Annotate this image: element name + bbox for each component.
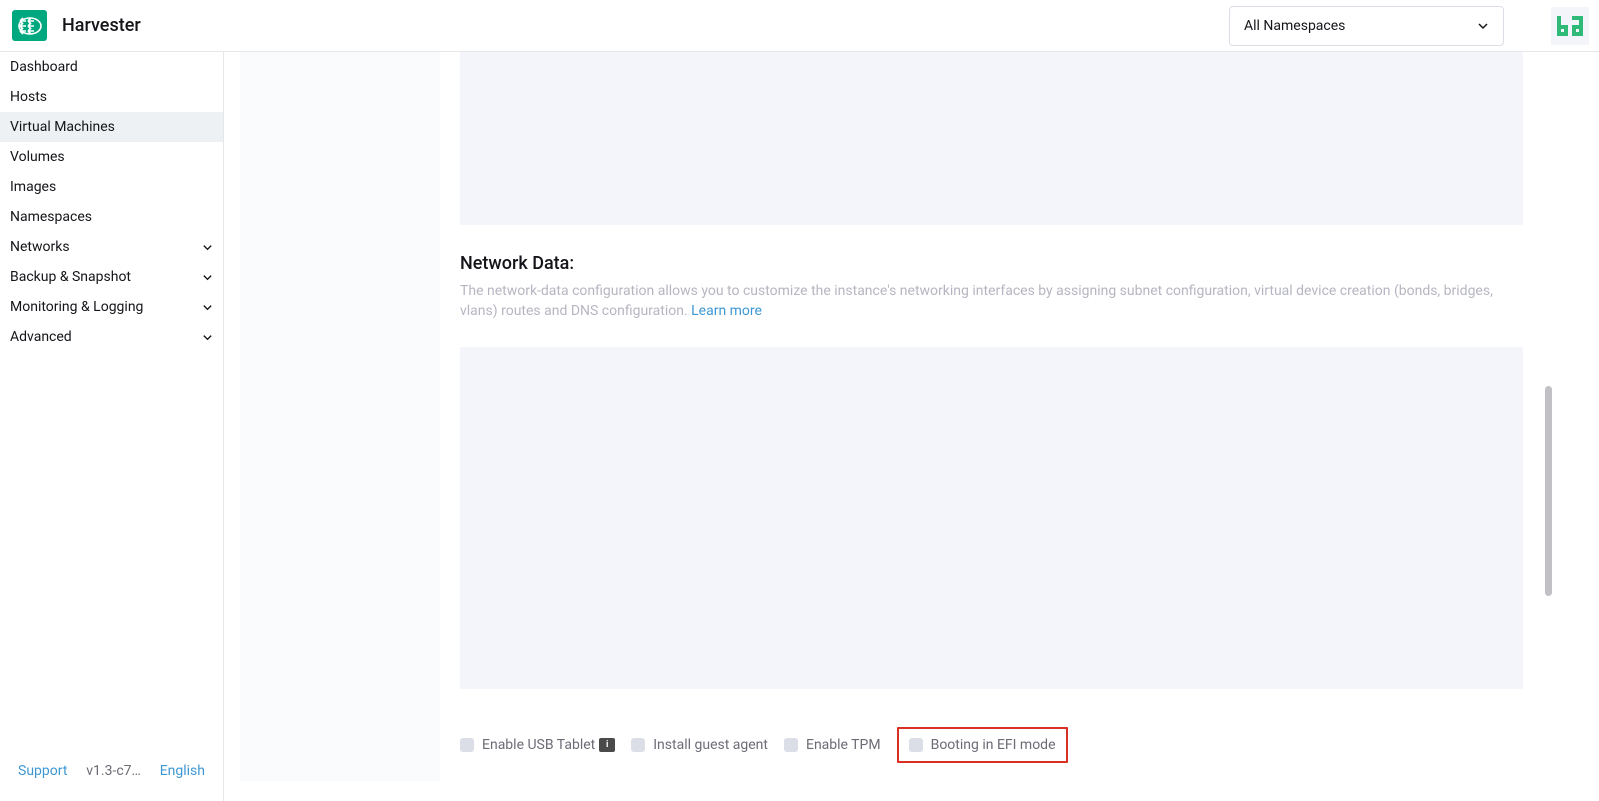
namespace-selector-value: All Namespaces <box>1244 18 1345 34</box>
checkbox-icon <box>909 738 923 752</box>
chevron-down-icon <box>202 272 213 283</box>
checkbox-icon <box>631 738 645 752</box>
sidebar-item-label: Namespaces <box>10 209 92 225</box>
sidebar-item-namespaces[interactable]: Namespaces <box>0 202 223 232</box>
network-data-description: The network-data configuration allows yo… <box>460 282 1523 321</box>
checkbox-booting-efi-mode[interactable]: Booting in EFI mode <box>897 727 1068 763</box>
sidebar-item-dashboard[interactable]: Dashboard <box>0 52 223 82</box>
network-data-title: Network Data: <box>460 253 1523 274</box>
sidebar-item-hosts[interactable]: Hosts <box>0 82 223 112</box>
checkbox-install-guest-agent[interactable]: Install guest agent <box>631 737 768 753</box>
network-data-editor[interactable] <box>460 347 1523 689</box>
sidebar-item-label: Images <box>10 179 56 195</box>
sidebar-item-backup-snapshot[interactable]: Backup & Snapshot <box>0 262 223 292</box>
checkbox-icon <box>460 738 474 752</box>
checkbox-label: Booting in EFI mode <box>931 737 1056 753</box>
sidebar-item-advanced[interactable]: Advanced <box>0 322 223 352</box>
namespace-selector[interactable]: All Namespaces <box>1229 6 1504 46</box>
sidebar-item-monitoring-logging[interactable]: Monitoring & Logging <box>0 292 223 322</box>
description-text: The network-data configuration allows yo… <box>460 283 1493 319</box>
harvester-logo-icon[interactable] <box>12 10 47 41</box>
chevron-down-icon <box>1477 20 1489 32</box>
header: Harvester All Namespaces <box>0 0 1599 52</box>
sidebar-footer: Support v1.3-c7… English <box>0 753 223 801</box>
sidebar-item-label: Backup & Snapshot <box>10 269 131 285</box>
form-tabs-column <box>240 52 440 781</box>
sidebar-item-label: Dashboard <box>10 59 78 75</box>
form-content: Network Data: The network-data configura… <box>460 52 1523 781</box>
checkbox-label: Enable TPM <box>806 737 881 753</box>
sidebar-item-images[interactable]: Images <box>0 172 223 202</box>
chevron-down-icon <box>202 302 213 313</box>
scrollbar-thumb[interactable] <box>1545 386 1552 596</box>
app-title: Harvester <box>62 15 141 36</box>
learn-more-link[interactable]: Learn more <box>691 303 762 319</box>
suse-logo-icon[interactable] <box>1551 7 1589 45</box>
info-icon[interactable]: i <box>599 738 615 752</box>
sidebar-item-label: Virtual Machines <box>10 119 115 135</box>
sidebar-item-networks[interactable]: Networks <box>0 232 223 262</box>
checkbox-enable-usb-tablet[interactable]: Enable USB Tablet i <box>460 737 615 753</box>
sidebar-item-label: Networks <box>10 239 70 255</box>
wheat-icon <box>18 17 42 35</box>
checkbox-label: Enable USB Tablet <box>482 737 595 753</box>
sidebar: Dashboard Hosts Virtual Machines Volumes… <box>0 52 224 801</box>
checkbox-icon <box>784 738 798 752</box>
support-link[interactable]: Support <box>18 763 67 779</box>
chevron-down-icon <box>202 242 213 253</box>
main-region: Network Data: The network-data configura… <box>224 52 1599 801</box>
sidebar-item-label: Advanced <box>10 329 72 345</box>
advanced-options-row: Enable USB Tablet i Install guest agent … <box>460 727 1523 763</box>
sidebar-item-label: Monitoring & Logging <box>10 299 143 315</box>
chevron-down-icon <box>202 332 213 343</box>
sidebar-item-label: Volumes <box>10 149 65 165</box>
checkbox-label: Install guest agent <box>653 737 768 753</box>
language-selector[interactable]: English <box>160 763 205 779</box>
version-label: v1.3-c7… <box>86 763 141 779</box>
sidebar-item-virtual-machines[interactable]: Virtual Machines <box>0 112 223 142</box>
form-panel: Network Data: The network-data configura… <box>240 52 1543 781</box>
nav-list: Dashboard Hosts Virtual Machines Volumes… <box>0 52 223 753</box>
user-data-editor[interactable] <box>460 52 1523 225</box>
checkbox-enable-tpm[interactable]: Enable TPM <box>784 737 881 753</box>
sidebar-item-volumes[interactable]: Volumes <box>0 142 223 172</box>
sidebar-item-label: Hosts <box>10 89 47 105</box>
